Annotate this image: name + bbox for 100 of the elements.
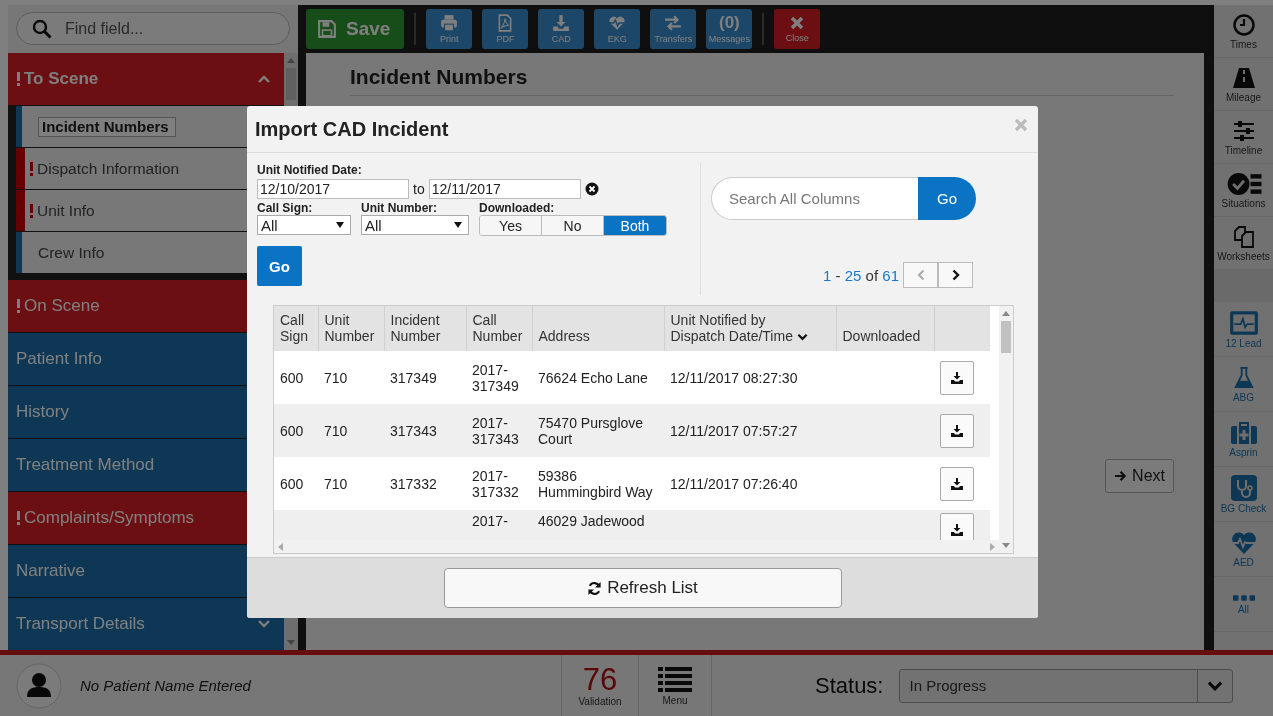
download-icon bbox=[951, 424, 963, 437]
search-icon bbox=[32, 19, 52, 39]
column-header[interactable]: Downloaded bbox=[836, 306, 934, 351]
download-button[interactable] bbox=[940, 413, 974, 448]
next-button[interactable]: Next bbox=[1105, 459, 1174, 493]
patient-name: No Patient Name Entered bbox=[80, 677, 251, 694]
close-button[interactable]: Close bbox=[774, 9, 821, 49]
download-button[interactable] bbox=[940, 513, 974, 540]
warning-icon bbox=[16, 511, 21, 525]
more-dots-icon bbox=[1232, 593, 1255, 602]
table-cell: 2017-317349 bbox=[472, 361, 519, 394]
to-label: to bbox=[413, 181, 425, 197]
column-header[interactable]: Unit Number bbox=[318, 306, 384, 351]
sidebar-section[interactable]: On Scene bbox=[16, 294, 100, 318]
clock-icon bbox=[1231, 12, 1256, 37]
sliders-icon bbox=[1231, 118, 1256, 143]
toolbar-button[interactable]: EKG bbox=[594, 9, 641, 49]
table-cell: 710 bbox=[324, 422, 348, 439]
sidebar-section[interactable]: Narrative bbox=[16, 559, 85, 583]
swap-arrows-icon bbox=[663, 14, 684, 32]
refresh-icon bbox=[587, 580, 603, 596]
download-icon bbox=[951, 524, 963, 536]
table-cell: 600 bbox=[280, 369, 304, 386]
download-button[interactable] bbox=[940, 466, 974, 501]
warning-icon bbox=[29, 161, 34, 176]
sidebar-item[interactable]: Incident Numbers bbox=[38, 116, 176, 137]
table-cell: 600 bbox=[280, 475, 304, 492]
column-header[interactable]: Unit Notified by Dispatch Date/Time bbox=[664, 306, 836, 351]
field-label: Call Sign: bbox=[257, 201, 314, 215]
page-range-text: 1 - 25 of 61 bbox=[823, 266, 899, 284]
column-header[interactable]: Incident Number bbox=[384, 306, 466, 351]
toolbar-button[interactable]: Print bbox=[426, 9, 473, 49]
next-page-button[interactable] bbox=[938, 262, 973, 288]
date-field[interactable]: 12/10/2017 bbox=[257, 179, 409, 199]
warning-icon bbox=[16, 72, 21, 86]
sidebar-section[interactable]: Treatment Method bbox=[16, 453, 155, 477]
table-cell: 12/11/2017 08:27:30 bbox=[670, 369, 798, 386]
table-cell: 317349 bbox=[390, 369, 437, 386]
sidebar-section[interactable]: Patient Info bbox=[16, 347, 102, 371]
search-field[interactable]: Search All Columns bbox=[711, 177, 918, 220]
dialog-title: Import CAD Incident bbox=[255, 117, 449, 141]
call-sign-select[interactable]: All bbox=[257, 215, 351, 235]
chevron-down-icon bbox=[1207, 680, 1224, 691]
toolbar-button[interactable]: CAD bbox=[538, 9, 585, 49]
column-header[interactable]: Address bbox=[532, 306, 664, 351]
sidebar-section[interactable]: To Scene bbox=[16, 67, 99, 91]
download-icon bbox=[552, 14, 571, 32]
status-label: Status: bbox=[815, 672, 884, 699]
field-label: Unit Number: bbox=[361, 201, 438, 215]
caret-icon bbox=[454, 222, 462, 228]
checklist-icon bbox=[1225, 171, 1262, 196]
sidebar-section[interactable]: History bbox=[16, 400, 69, 424]
unit-number-select[interactable]: All bbox=[361, 215, 469, 235]
table-cell: 12/11/2017 07:26:40 bbox=[670, 475, 798, 492]
date-field[interactable]: 12/11/2017 bbox=[428, 179, 581, 199]
table-cell: 76624 Echo Lane bbox=[538, 369, 648, 386]
status-select[interactable]: In Progress bbox=[899, 668, 1234, 703]
field-label: Unit Notified Date: bbox=[257, 163, 363, 177]
heart-pulse-icon bbox=[1230, 530, 1257, 555]
table-cell: 75470 Pursglove Court bbox=[538, 414, 644, 447]
table-cell: 12/11/2017 07:57:27 bbox=[670, 422, 798, 439]
sort-descending-icon bbox=[796, 333, 808, 341]
avatar-icon bbox=[16, 662, 62, 709]
sidebar-item[interactable]: Crew Info bbox=[38, 241, 105, 264]
caret-icon bbox=[336, 222, 344, 228]
chevron-right-icon bbox=[951, 269, 960, 281]
arrow-right-icon bbox=[1114, 470, 1128, 482]
close-icon bbox=[789, 15, 806, 31]
sidebar-item[interactable]: Dispatch Information bbox=[29, 157, 180, 180]
sidebar-section[interactable]: Complaints/Symptoms bbox=[16, 506, 195, 530]
download-button[interactable] bbox=[940, 360, 974, 395]
save-button[interactable]: Save bbox=[306, 9, 405, 49]
sidebar-item[interactable]: Unit Info bbox=[29, 199, 95, 222]
toggle-option[interactable]: No bbox=[542, 216, 604, 235]
messages-button[interactable]: (0) Messages bbox=[706, 9, 753, 49]
chevron-up-icon bbox=[258, 75, 270, 83]
pages-icon bbox=[1231, 224, 1256, 249]
column-header[interactable]: Call Sign bbox=[274, 306, 318, 351]
scrollbar[interactable] bbox=[999, 306, 1013, 553]
clear-icon[interactable] bbox=[584, 182, 599, 196]
table-cell: 46029 Jadewood bbox=[538, 513, 645, 529]
toolbar-button[interactable]: Transfers bbox=[650, 9, 697, 49]
go-button[interactable]: Go bbox=[257, 246, 302, 286]
refresh-button[interactable]: Refresh List bbox=[443, 568, 842, 608]
menu-icon bbox=[658, 665, 692, 692]
warning-icon bbox=[29, 203, 34, 218]
toolbar-button[interactable]: PDF bbox=[482, 9, 529, 49]
search-field[interactable]: Find field... bbox=[16, 12, 290, 45]
go-button[interactable]: Go bbox=[918, 177, 976, 220]
table-cell: 2017- bbox=[472, 513, 508, 529]
column-header[interactable]: Call Number bbox=[466, 306, 532, 351]
road-icon bbox=[1230, 65, 1257, 90]
menu-button[interactable]: Menu bbox=[638, 655, 712, 716]
sidebar-section[interactable]: Transport Details bbox=[16, 612, 145, 636]
printer-icon bbox=[440, 14, 459, 32]
toggle-option[interactable]: Both bbox=[604, 216, 666, 235]
warning-icon bbox=[16, 299, 21, 313]
stethoscope-icon bbox=[1230, 474, 1257, 501]
field-label: Downloaded: bbox=[479, 201, 556, 215]
toggle-option[interactable]: Yes bbox=[480, 216, 542, 235]
